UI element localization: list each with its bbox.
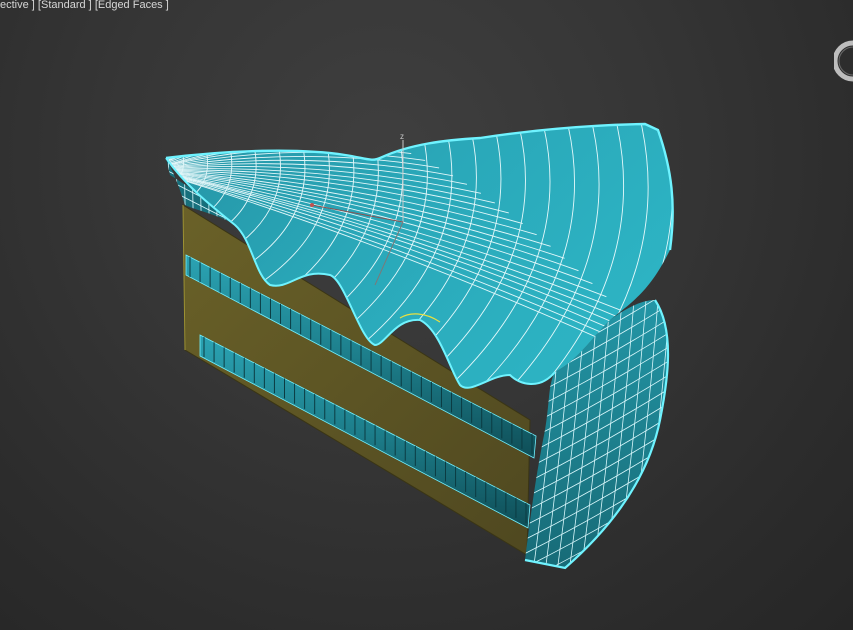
gizmo-axis-z-label: z: [400, 132, 404, 141]
cake-slice-model[interactable]: z: [0, 0, 853, 630]
perspective-viewport[interactable]: ective ] [Standard ] [Edged Faces ] z: [0, 0, 853, 630]
